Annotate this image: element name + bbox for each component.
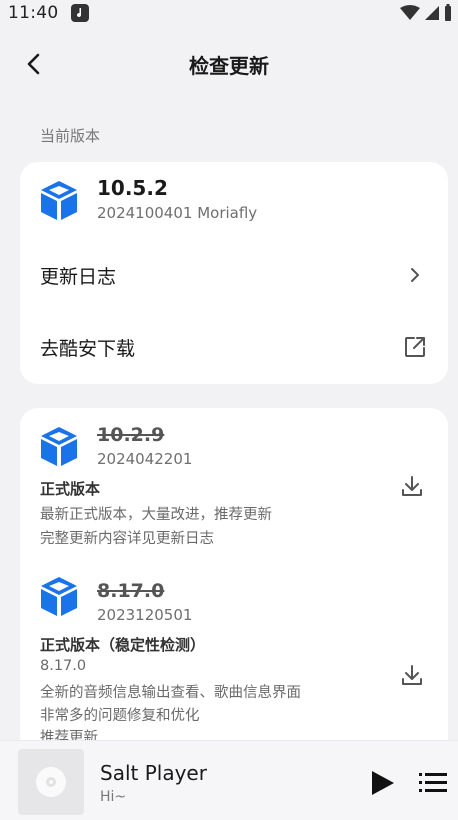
release-note-line: 非常多的问题修复和优化 xyxy=(40,708,200,724)
track-subtitle: Hi~ xyxy=(100,789,127,805)
external-link-icon xyxy=(402,334,428,360)
music-app-icon xyxy=(70,4,89,22)
release-note-line: 完整更新内容详见更新日志 xyxy=(40,531,214,547)
download-button[interactable] xyxy=(397,471,427,501)
page-title: 检查更新 xyxy=(189,54,269,78)
package-box-icon xyxy=(41,427,77,466)
queue-button[interactable] xyxy=(418,769,448,797)
chevron-right-icon xyxy=(402,262,428,288)
package-box-icon xyxy=(41,181,77,220)
version-history-card: 10.2.9 2024042201 正式版本 最新正式版本，大量改进，推荐更新 … xyxy=(20,408,448,748)
release-type: 正式版本 xyxy=(40,480,101,498)
playlist-icon xyxy=(419,773,447,792)
history-version-build: 2024042201 xyxy=(97,450,193,468)
mini-player[interactable]: Salt Player Hi~ xyxy=(0,740,458,820)
changelog-row[interactable]: 更新日志 xyxy=(20,246,448,306)
disc-icon xyxy=(36,767,66,797)
download-icon xyxy=(402,665,422,685)
current-version-card: 10.5.2 2024100401 Moriafly 更新日志 去酷安下载 xyxy=(20,162,448,384)
battery-icon xyxy=(444,4,452,26)
app-bar: 检查更新 xyxy=(0,40,458,88)
history-version-number: 8.17.0 xyxy=(97,580,165,602)
changelog-label: 更新日志 xyxy=(40,266,117,288)
track-title: Salt Player xyxy=(100,761,207,785)
status-time: 11:40 xyxy=(8,3,59,23)
coolapk-download-row[interactable]: 去酷安下载 xyxy=(20,318,448,378)
history-version-number: 10.2.9 xyxy=(97,424,165,446)
play-icon xyxy=(372,771,394,795)
status-icons xyxy=(400,4,452,26)
release-type: 正式版本（稳定性检测） xyxy=(40,636,206,654)
album-art[interactable] xyxy=(18,749,84,815)
current-version-label: 当前版本 xyxy=(40,127,101,145)
current-version-number: 10.5.2 xyxy=(97,176,168,200)
coolapk-download-label: 去酷安下载 xyxy=(40,338,136,360)
history-version-build: 2023120501 xyxy=(97,606,193,624)
package-box-icon xyxy=(41,577,77,616)
wifi-icon xyxy=(400,5,420,25)
download-icon xyxy=(402,476,422,496)
status-bar: 11:40 xyxy=(0,0,458,26)
play-button[interactable] xyxy=(366,767,398,799)
release-note-line: 8.17.0 xyxy=(40,658,87,674)
release-note-line: 最新正式版本，大量改进，推荐更新 xyxy=(40,507,272,523)
cellular-signal-icon xyxy=(424,5,440,25)
release-note-line: 全新的音频信息输出查看、歌曲信息界面 xyxy=(40,685,301,701)
current-version-build: 2024100401 Moriafly xyxy=(97,204,258,222)
download-button[interactable] xyxy=(397,660,427,690)
